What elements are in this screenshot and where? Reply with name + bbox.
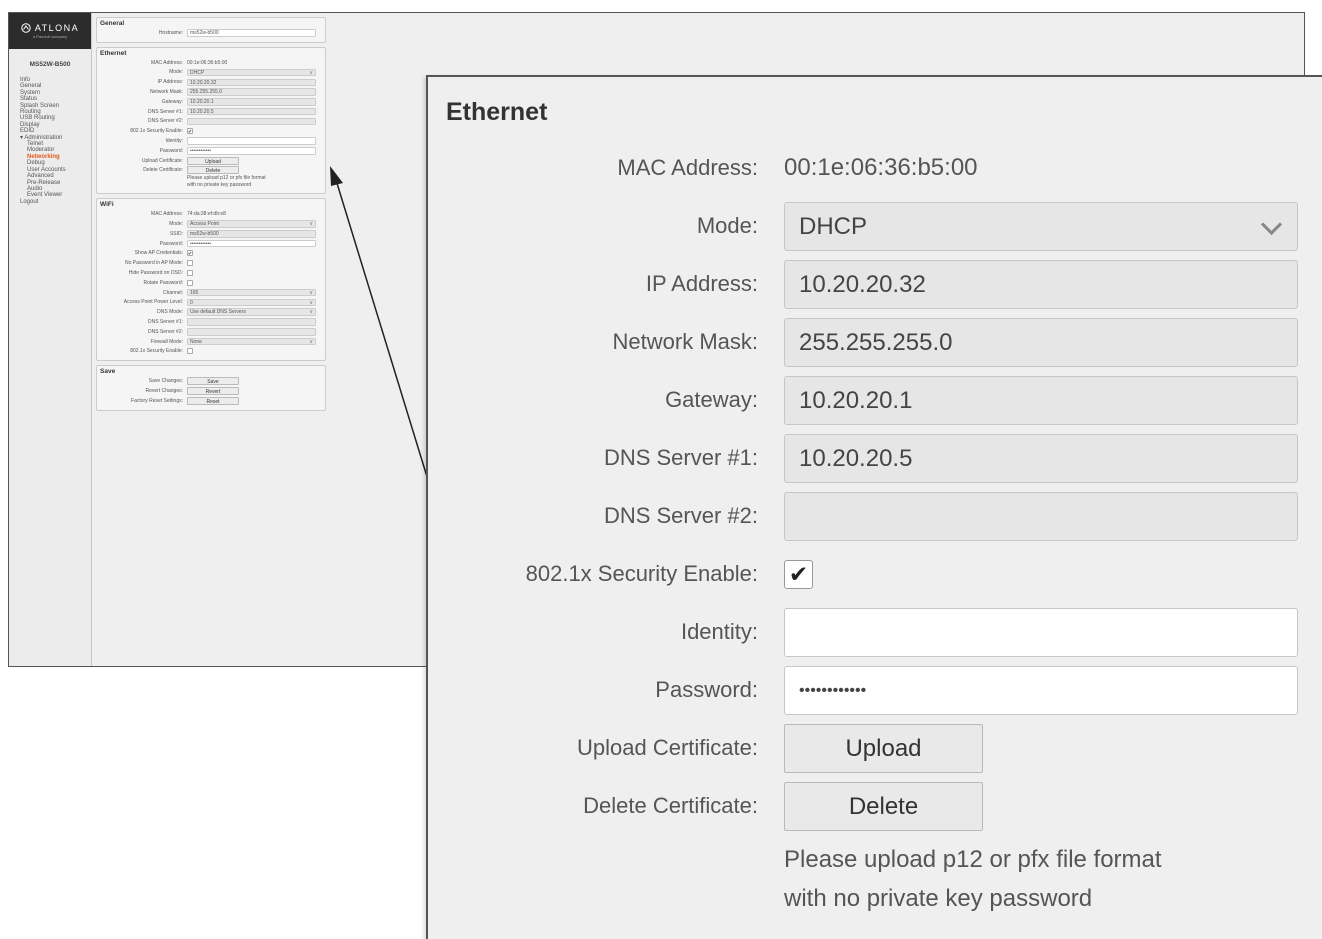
zoom-ip-input[interactable]: 10.20.20.32 bbox=[784, 259, 1298, 309]
zoom-gateway-input[interactable]: 10.20.20.1 bbox=[784, 375, 1298, 425]
zoom-delete-button[interactable]: Delete bbox=[784, 781, 983, 831]
zoom-mac-value: 00:1e:06:36:b5:00 bbox=[784, 154, 978, 181]
zoom-security-checkbox[interactable]: ✔ bbox=[784, 559, 813, 589]
zoom-delete-label: Delete Certificate: bbox=[583, 793, 758, 818]
zoom-dns1-input[interactable]: 10.20.20.5 bbox=[784, 433, 1298, 483]
zoom-identity-label: Identity: bbox=[680, 619, 758, 644]
zoom-mode-select[interactable]: DHCP bbox=[784, 201, 1298, 251]
zoom-dns1-label: DNS Server #1: bbox=[603, 445, 758, 470]
zoom-upload-label: Upload Certificate: bbox=[577, 735, 758, 760]
zoom-mask-label: Network Mask: bbox=[612, 329, 758, 354]
zoom-password-label: Password: bbox=[655, 677, 758, 702]
zoom-mac-label: MAC Address: bbox=[617, 155, 758, 180]
zoom-dns2-input[interactable] bbox=[784, 491, 1298, 541]
zoom-dns2-label: DNS Server #2: bbox=[603, 503, 758, 528]
ethernet-zoom-panel: Ethernet MAC Address: 00:1e:06:36:b5:00 … bbox=[426, 75, 1322, 939]
zoom-gateway-label: Gateway: bbox=[665, 387, 758, 412]
note-line-1: Please upload p12 or pfx file format bbox=[784, 846, 1162, 873]
zoom-mode-value: DHCP bbox=[799, 212, 868, 240]
zoom-security-label: 802.1x Security Enable: bbox=[525, 561, 758, 586]
zoom-identity-input[interactable] bbox=[784, 607, 1298, 657]
zoom-password-input[interactable]: •••••••••••• bbox=[784, 665, 1298, 715]
zoom-upload-button[interactable]: Upload bbox=[784, 723, 983, 773]
checkmark-icon: ✔ bbox=[788, 560, 809, 587]
zoom-ip-label: IP Address: bbox=[645, 271, 758, 296]
note-line-2: with no private key password bbox=[784, 885, 1093, 912]
zoom-panel-title: Ethernet bbox=[446, 98, 548, 126]
zoom-certificate-note: Please upload p12 or pfx file format wit… bbox=[784, 840, 1162, 918]
chevron-down-icon bbox=[1260, 213, 1283, 235]
zoom-mask-input[interactable]: 255.255.255.0 bbox=[784, 317, 1298, 367]
zoom-mode-label: Mode: bbox=[696, 213, 758, 238]
